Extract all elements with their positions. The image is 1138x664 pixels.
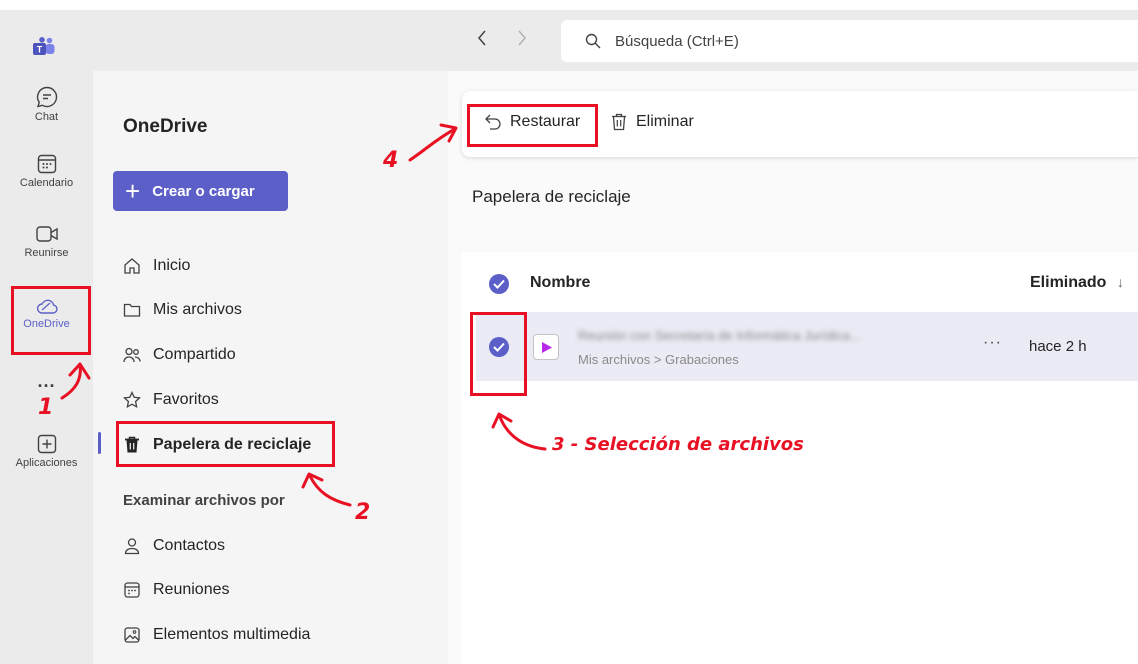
annotation-step-4: 4 — [383, 148, 399, 173]
annotation-step-1: 1 — [38, 395, 54, 420]
annotation-step-2: 2 — [355, 500, 371, 525]
annotation-step-3: 3 - Selección de archivos — [552, 434, 804, 455]
annotation-arrows — [60, 123, 547, 507]
